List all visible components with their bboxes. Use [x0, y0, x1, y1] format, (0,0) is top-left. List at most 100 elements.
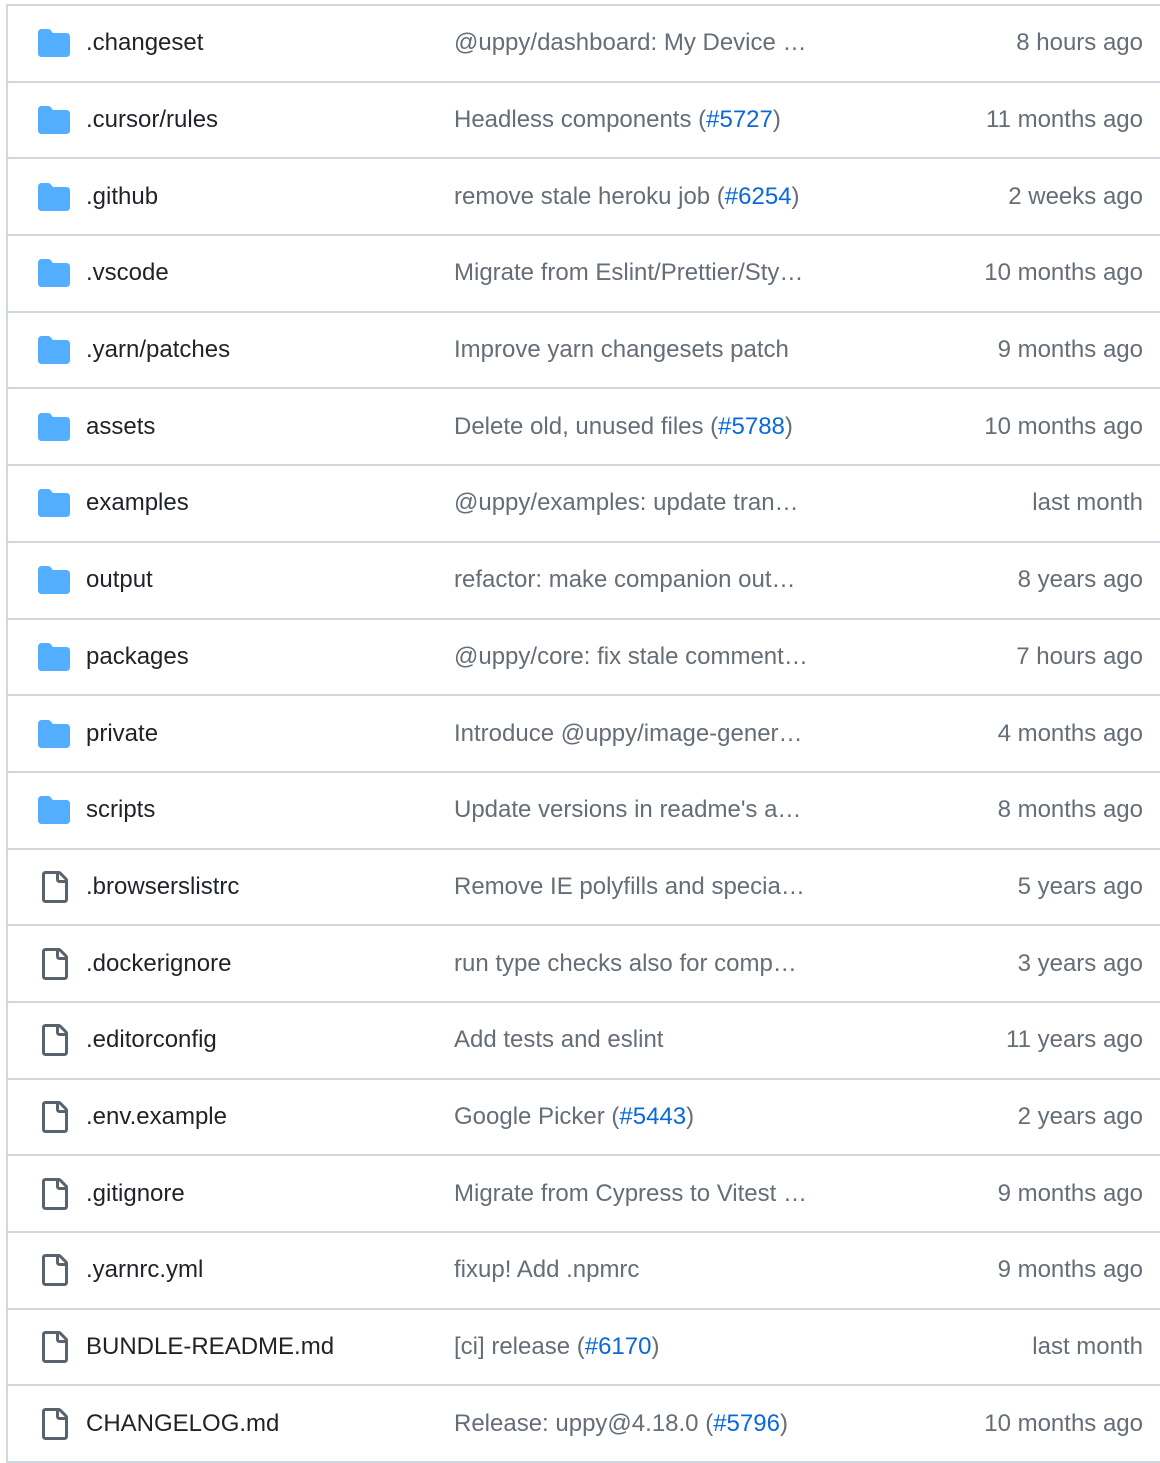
pull-request-link[interactable]: #5796	[713, 1410, 780, 1437]
commit-message-text[interactable]: @uppy/dashboard: My Device …	[454, 29, 807, 56]
file-name-link[interactable]: .gitignore	[86, 1180, 185, 1208]
file-row[interactable]: .editorconfig Add tests and eslint 11 year…	[8, 1003, 1160, 1080]
commit-message-link[interactable]: refactor: make companion out…	[454, 566, 846, 594]
pull-request-link[interactable]: #5443	[619, 1103, 686, 1130]
commit-message-link[interactable]: fixup! Add .npmrc	[454, 1256, 846, 1284]
commit-message-link[interactable]: Migrate from Cypress to Vitest …	[454, 1180, 846, 1208]
file-name-link[interactable]: .github	[86, 183, 158, 211]
commit-message-suffix[interactable]: )	[792, 183, 800, 210]
file-row[interactable]: CHANGELOG.md Release: uppy@4.18.0 (#5796)…	[8, 1386, 1160, 1463]
commit-message-link[interactable]: [ci] release (#6170)	[454, 1333, 846, 1361]
file-name-link[interactable]: assets	[86, 413, 155, 441]
commit-message-link[interactable]: @uppy/examples: update tran…	[454, 489, 846, 517]
file-name-link[interactable]: .editorconfig	[86, 1026, 217, 1054]
file-row[interactable]: BUNDLE-README.md [ci] release (#6170) last…	[8, 1310, 1160, 1387]
file-row[interactable]: .changeset @uppy/dashboard: My Device … 8 …	[8, 6, 1160, 83]
commit-message-link[interactable]: Delete old, unused files (#5788)	[454, 413, 846, 441]
pull-request-link[interactable]: #6254	[725, 183, 792, 210]
file-row[interactable]: .gitignore Migrate from Cypress to Vitest…	[8, 1156, 1160, 1233]
commit-message-text[interactable]: Migrate from Cypress to Vitest …	[454, 1180, 807, 1207]
file-row[interactable]: .vscode Migrate from Eslint/Prettier/Sty……	[8, 236, 1160, 313]
file-name-link[interactable]: packages	[86, 643, 189, 671]
file-name-link[interactable]: .dockerignore	[86, 950, 231, 978]
commit-message-link[interactable]: Add tests and eslint	[454, 1026, 846, 1054]
folder-icon	[38, 106, 70, 135]
commit-message-text[interactable]: Migrate from Eslint/Prettier/Sty…	[454, 259, 803, 286]
file-name-link[interactable]: BUNDLE-README.md	[86, 1333, 334, 1361]
file-row[interactable]: .cursor/rules Headless components (#5727)…	[8, 83, 1160, 160]
commit-message-suffix[interactable]: )	[651, 1333, 659, 1360]
folder-icon	[38, 489, 70, 518]
pull-request-link[interactable]: #5788	[718, 413, 785, 440]
file-row[interactable]: .github remove stale heroku job (#6254) 2 …	[8, 159, 1160, 237]
commit-date: 4 months ago	[997, 719, 1143, 747]
commit-message-link[interactable]: run type checks also for comp…	[454, 950, 846, 978]
commit-message-link[interactable]: Improve yarn changesets patch	[454, 336, 846, 364]
file-row[interactable]: .yarn/patches Improve yarn changesets pat…	[8, 313, 1160, 390]
file-name-link[interactable]: .vscode	[86, 259, 169, 287]
commit-message-text[interactable]: Introduce @uppy/image-gener…	[454, 720, 803, 747]
commit-date: 2 years ago	[1017, 1102, 1143, 1130]
file-name-link[interactable]: .browserslistrc	[86, 873, 239, 901]
file-row[interactable]: examples @uppy/examples: update tran… last…	[8, 466, 1160, 543]
commit-message-suffix[interactable]: )	[780, 1410, 788, 1437]
commit-message-text[interactable]: Improve yarn changesets patch	[454, 336, 789, 363]
file-name-link[interactable]: CHANGELOG.md	[86, 1410, 279, 1438]
commit-message-text[interactable]: Add tests and eslint	[454, 1026, 663, 1053]
file-icon	[42, 1331, 68, 1364]
file-table: .changeset @uppy/dashboard: My Device … 8 …	[6, 4, 1160, 1463]
commit-message-text[interactable]: run type checks also for comp…	[454, 950, 797, 977]
file-icon	[42, 870, 68, 903]
file-icon	[42, 1407, 68, 1440]
commit-message-text[interactable]: @uppy/core: fix stale comment…	[454, 643, 808, 670]
commit-message-suffix[interactable]: )	[785, 413, 793, 440]
file-row[interactable]: assets Delete old, unused files (#5788) 10…	[8, 389, 1160, 467]
commit-date: 10 months ago	[984, 259, 1143, 287]
commit-message-text[interactable]: Delete old, unused files (	[454, 413, 718, 440]
file-row[interactable]: private Introduce @uppy/image-gener… 4 mon…	[8, 696, 1160, 773]
commit-message-link[interactable]: Release: uppy@4.18.0 (#5796)	[454, 1410, 846, 1438]
commit-message-link[interactable]: Google Picker (#5443)	[454, 1103, 846, 1131]
file-name-link[interactable]: .env.example	[86, 1103, 227, 1131]
file-row[interactable]: .yarnrc.yml fixup! Add .npmrc 9 months ago	[8, 1233, 1160, 1310]
file-row[interactable]: scripts Update versions in readme's a… 8 m…	[8, 773, 1160, 850]
file-name-link[interactable]: output	[86, 566, 153, 594]
commit-message-link[interactable]: Migrate from Eslint/Prettier/Sty…	[454, 259, 846, 287]
file-name-link[interactable]: .cursor/rules	[86, 106, 218, 134]
commit-message-text[interactable]: Remove IE polyfills and specia…	[454, 873, 805, 900]
file-row[interactable]: .dockerignore run type checks also for co…	[8, 926, 1160, 1003]
file-row[interactable]: .env.example Google Picker (#5443) 2 years…	[8, 1080, 1160, 1157]
file-row[interactable]: packages @uppy/core: fix stale comment… 7 …	[8, 620, 1160, 697]
commit-message-link[interactable]: Introduce @uppy/image-gener…	[454, 720, 846, 748]
commit-message-link[interactable]: remove stale heroku job (#6254)	[454, 183, 846, 211]
pull-request-link[interactable]: #5727	[706, 106, 773, 133]
file-name-link[interactable]: .yarn/patches	[86, 336, 230, 364]
commit-message-suffix[interactable]: )	[686, 1103, 694, 1130]
commit-message-link[interactable]: Update versions in readme's a…	[454, 796, 846, 824]
commit-message-text[interactable]: @uppy/examples: update tran…	[454, 489, 799, 516]
commit-date: 9 months ago	[997, 1179, 1143, 1207]
file-name-link[interactable]: .yarnrc.yml	[86, 1256, 203, 1284]
commit-message-link[interactable]: Headless components (#5727)	[454, 106, 846, 134]
commit-date: 11 years ago	[1006, 1026, 1143, 1054]
file-name-link[interactable]: private	[86, 720, 158, 748]
commit-message-suffix[interactable]: )	[773, 106, 781, 133]
commit-message-text[interactable]: fixup! Add .npmrc	[454, 1256, 639, 1283]
file-name-link[interactable]: .changeset	[86, 29, 203, 57]
commit-message-text[interactable]: Headless components (	[454, 106, 706, 133]
file-row[interactable]: output refactor: make companion out… 8 yea…	[8, 543, 1160, 620]
file-name-link[interactable]: scripts	[86, 796, 155, 824]
file-name-link[interactable]: examples	[86, 489, 189, 517]
commit-message-link[interactable]: @uppy/core: fix stale comment…	[454, 643, 846, 671]
commit-message-text[interactable]: Release: uppy@4.18.0 (	[454, 1410, 713, 1437]
commit-message-link[interactable]: Remove IE polyfills and specia…	[454, 873, 846, 901]
folder-icon	[38, 182, 70, 211]
commit-message-text[interactable]: Google Picker (	[454, 1103, 619, 1130]
commit-message-text[interactable]: Update versions in readme's a…	[454, 796, 801, 823]
commit-message-link[interactable]: @uppy/dashboard: My Device …	[454, 29, 846, 57]
commit-message-text[interactable]: remove stale heroku job (	[454, 183, 725, 210]
pull-request-link[interactable]: #6170	[585, 1333, 652, 1360]
file-row[interactable]: .browserslistrc Remove IE polyfills and s…	[8, 850, 1160, 927]
commit-message-text[interactable]: [ci] release (	[454, 1333, 585, 1360]
commit-message-text[interactable]: refactor: make companion out…	[454, 566, 796, 593]
